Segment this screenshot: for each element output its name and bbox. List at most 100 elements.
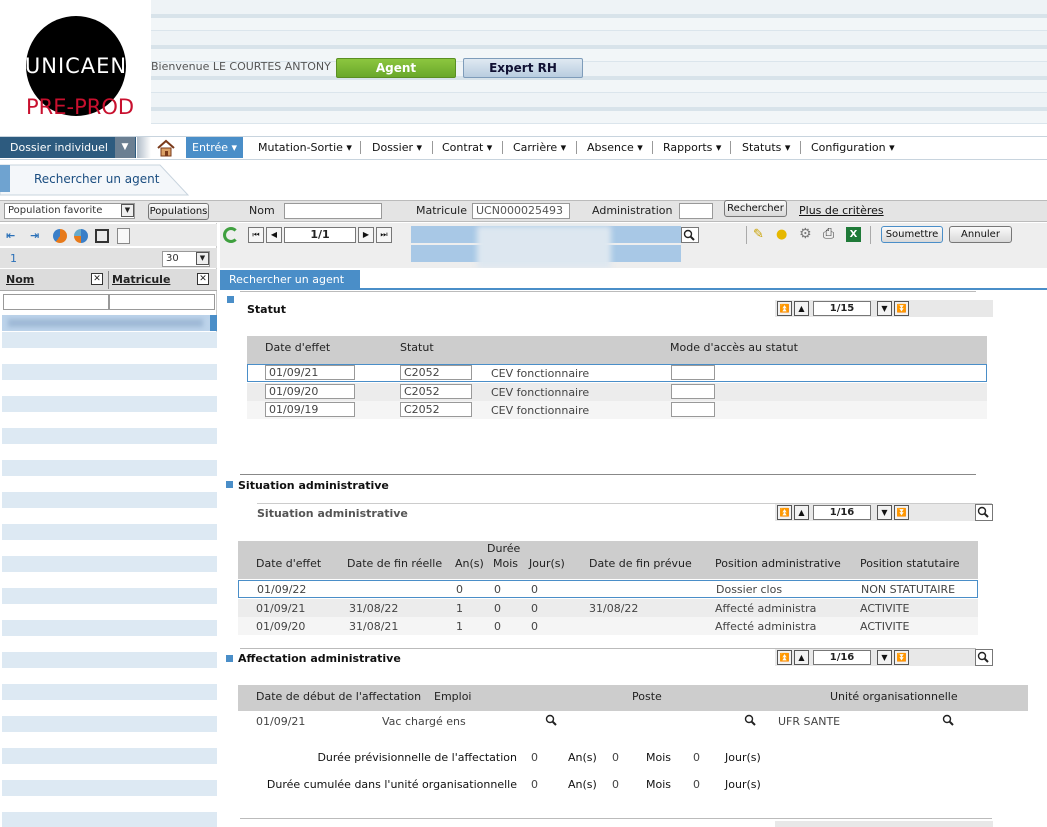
cell-ans: 0: [456, 583, 463, 596]
unit-ans: An(s): [568, 751, 597, 764]
menu-contrat[interactable]: Contrat ▾: [436, 137, 498, 158]
down-icon[interactable]: ▼: [877, 301, 892, 316]
search-icon[interactable]: [975, 504, 993, 521]
menu-configuration[interactable]: Configuration ▾: [805, 137, 901, 158]
expert-rh-role-button[interactable]: Expert RH: [463, 58, 583, 78]
date-effet-input[interactable]: 01/09/19: [265, 402, 355, 417]
statut-code-input[interactable]: C2052: [400, 384, 472, 399]
col-emploi: Emploi: [434, 690, 472, 703]
populations-button[interactable]: Populations: [148, 203, 209, 220]
table-row[interactable]: [247, 383, 987, 401]
search-icon[interactable]: [942, 714, 955, 727]
home-icon[interactable]: [156, 139, 176, 157]
col-nom-header[interactable]: Nom: [6, 273, 34, 286]
last-icon[interactable]: ⏬: [894, 301, 909, 316]
up-icon[interactable]: ▲: [794, 301, 809, 316]
more-criteria-link[interactable]: Plus de critères: [799, 204, 884, 217]
cell-date: 01/09/21: [256, 602, 306, 615]
menu-statuts[interactable]: Statuts ▾: [736, 137, 796, 158]
last-page-icon[interactable]: ⇥: [30, 229, 46, 243]
menu-rapports[interactable]: Rapports ▾: [657, 137, 727, 158]
matricule-input[interactable]: UCN000025493: [472, 203, 570, 219]
situation-page[interactable]: 1/16: [813, 505, 871, 520]
chevron-down-icon[interactable]: ▼: [121, 204, 134, 217]
nom-filter-input[interactable]: [3, 294, 109, 310]
search-icon[interactable]: [975, 649, 993, 666]
first-icon[interactable]: ⏫: [777, 505, 792, 520]
administration-input[interactable]: [679, 203, 713, 219]
menu-entree[interactable]: Entrée ▾: [186, 137, 244, 158]
gear-icon[interactable]: ⚙: [799, 226, 812, 242]
menu-mutation-sortie[interactable]: Mutation-Sortie ▾: [252, 137, 358, 158]
cell-emploi: Vac chargé ens: [382, 715, 466, 728]
last-icon[interactable]: ⏬: [894, 650, 909, 665]
column-divider: [108, 271, 109, 289]
menu-carriere[interactable]: Carrière ▾: [507, 137, 572, 158]
mode-acces-input[interactable]: [671, 384, 715, 399]
first-icon[interactable]: ⏫: [777, 301, 792, 316]
chart-icon[interactable]: [53, 229, 67, 243]
next-record-button[interactable]: ▶: [358, 227, 374, 243]
tab-rechercher-agent[interactable]: Rechercher un agent: [220, 270, 360, 289]
agent-identity-box: [411, 226, 681, 268]
duree-prev-label: Durée prévisionnelle de l'affectation: [317, 751, 517, 764]
statut-title: Statut: [247, 303, 286, 316]
refresh-icon[interactable]: [223, 227, 239, 243]
duree-cumul-jours: 0: [693, 778, 700, 791]
mode-acces-input[interactable]: [671, 402, 715, 417]
cell-position-admin: Dossier clos: [716, 583, 783, 596]
prev-record-button[interactable]: ◀: [266, 227, 282, 243]
print-icon[interactable]: ⎙: [823, 226, 834, 242]
close-icon[interactable]: ✕: [197, 273, 209, 285]
chevron-down-icon[interactable]: ▼: [196, 252, 209, 265]
rechercher-button[interactable]: Rechercher: [724, 200, 787, 217]
lightbulb-icon[interactable]: ●: [776, 227, 787, 242]
down-icon[interactable]: ▼: [877, 650, 892, 665]
mode-acces-input[interactable]: [671, 365, 715, 380]
last-icon[interactable]: ⏬: [894, 505, 909, 520]
excel-icon[interactable]: X: [846, 227, 861, 242]
toolbar-separator: [746, 226, 747, 244]
date-effet-input[interactable]: 01/09/20: [265, 384, 355, 399]
agent-search-button[interactable]: [681, 227, 699, 243]
up-icon[interactable]: ▲: [794, 650, 809, 665]
col-position-statutaire: Position statutaire: [860, 557, 960, 570]
search-icon[interactable]: [744, 714, 757, 727]
col-date-effet: Date d'effet: [265, 341, 331, 354]
pie-icon[interactable]: [74, 229, 88, 243]
statut-page[interactable]: 1/15: [813, 301, 871, 316]
down-icon[interactable]: ▼: [877, 505, 892, 520]
last-record-button[interactable]: ⏭: [376, 227, 392, 243]
result-row-selected[interactable]: [2, 315, 217, 331]
agent-role-button[interactable]: Agent: [336, 58, 456, 78]
nom-input[interactable]: [284, 203, 382, 219]
menu-separator: [432, 141, 433, 154]
cell-position-admin: Affecté administra: [715, 620, 817, 633]
first-record-button[interactable]: ⏮: [248, 227, 264, 243]
cell-mois: 0: [494, 602, 501, 615]
statut-code-input[interactable]: C2052: [400, 402, 472, 417]
cancel-button[interactable]: Annuler: [949, 226, 1012, 243]
chevron-down-icon[interactable]: ▼: [115, 137, 135, 158]
table-row[interactable]: [247, 364, 987, 382]
submit-button[interactable]: Soumettre: [881, 226, 943, 243]
first-icon[interactable]: ⏫: [777, 650, 792, 665]
date-effet-input[interactable]: 01/09/21: [265, 365, 355, 380]
search-icon[interactable]: [545, 714, 558, 727]
population-select[interactable]: Population favorite: [4, 203, 135, 219]
menu-absence[interactable]: Absence ▾: [581, 137, 649, 158]
matricule-filter-input[interactable]: [109, 294, 215, 310]
wand-icon[interactable]: ✎: [753, 227, 764, 242]
first-page-icon[interactable]: ⇤: [6, 229, 22, 243]
statut-code-input[interactable]: C2052: [400, 365, 472, 380]
col-matricule-header[interactable]: Matricule: [112, 273, 170, 286]
table-row[interactable]: [247, 401, 987, 419]
record-pager[interactable]: 1/1: [284, 227, 356, 243]
up-icon[interactable]: ▲: [794, 505, 809, 520]
affectation-page[interactable]: 1/16: [813, 650, 871, 665]
close-icon[interactable]: ✕: [91, 273, 103, 285]
menu-dossier[interactable]: Dossier ▾: [366, 137, 428, 158]
export-icon[interactable]: [117, 228, 130, 244]
expand-icon[interactable]: [95, 229, 109, 243]
results-list: [2, 332, 217, 827]
